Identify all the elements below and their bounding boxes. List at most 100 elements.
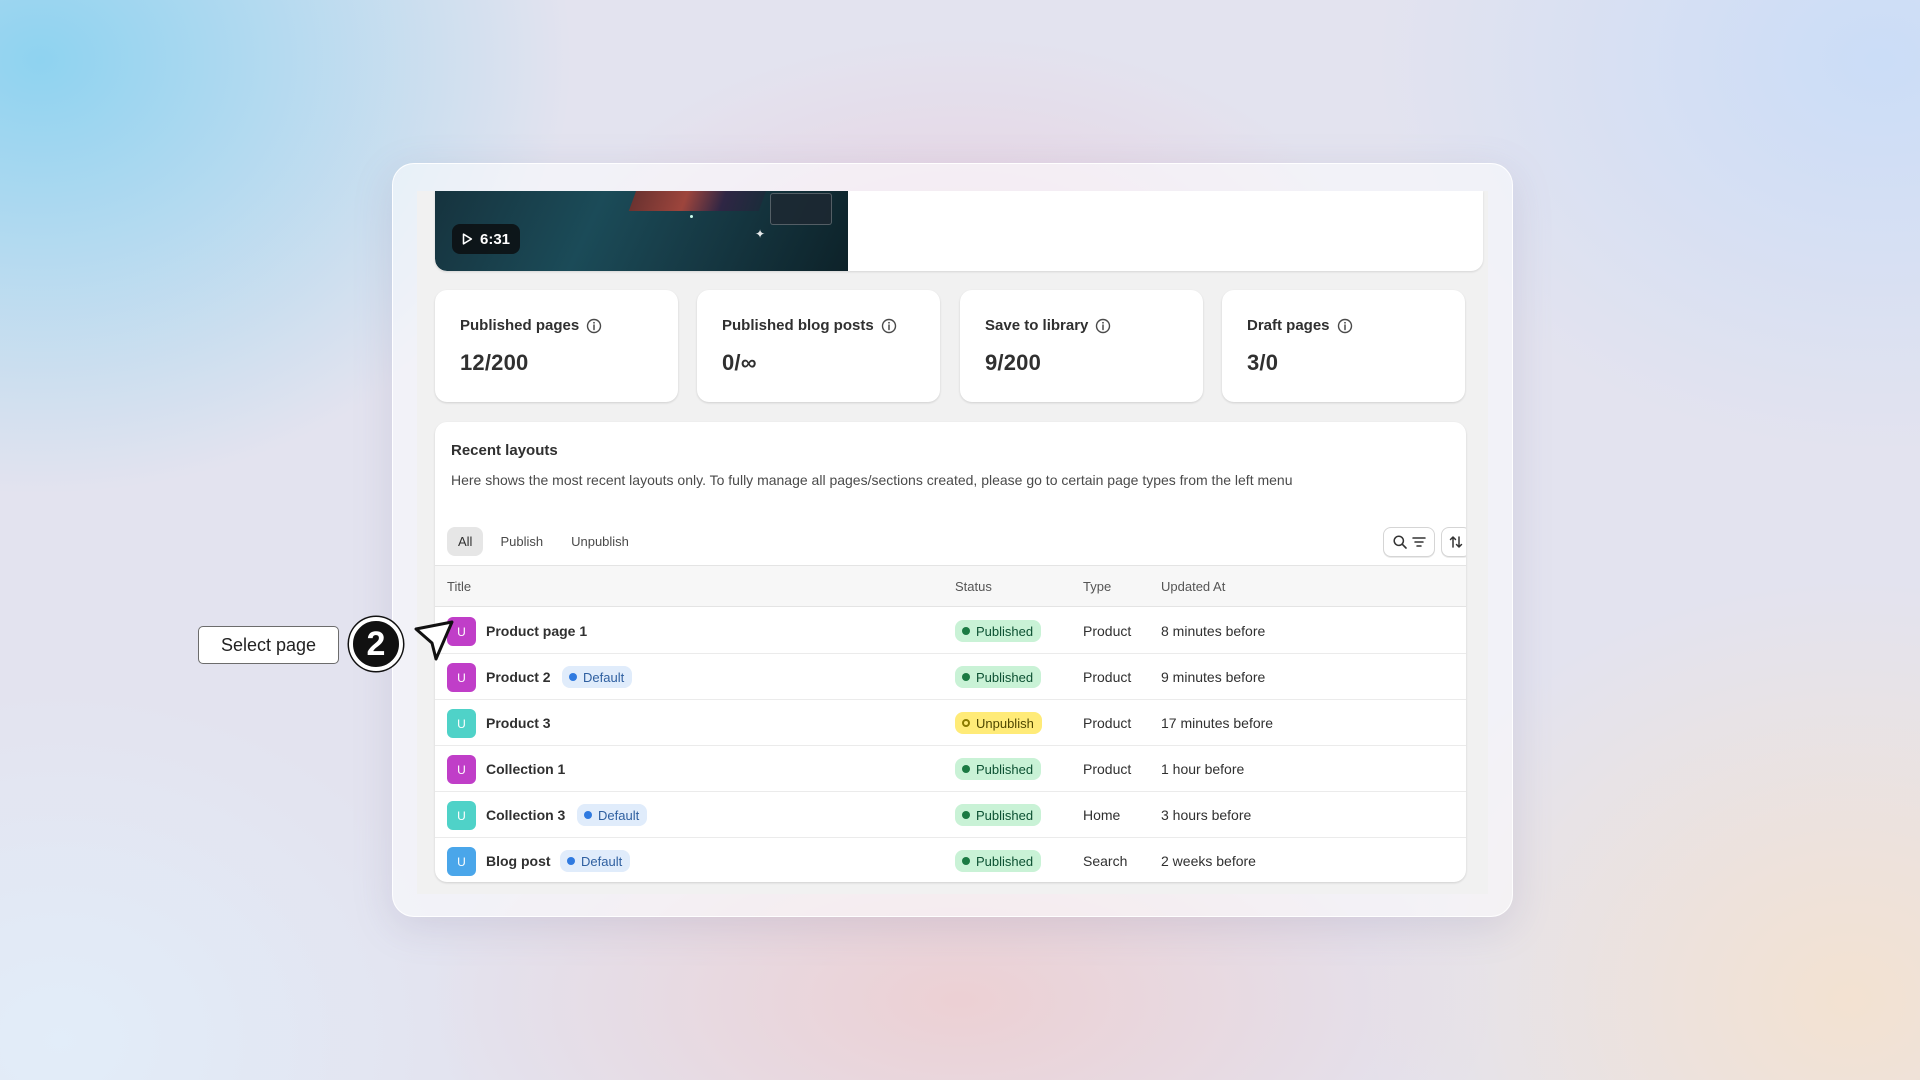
avatar: U — [447, 663, 476, 692]
cell-updated-at: 2 weeks before — [1161, 853, 1256, 869]
badge-dot-icon — [567, 857, 575, 865]
row-title[interactable]: Collection 1 — [486, 761, 565, 777]
sort-button[interactable] — [1441, 527, 1466, 557]
sort-icon — [1449, 536, 1463, 548]
column-header-updated-at[interactable]: Updated At — [1161, 579, 1225, 594]
status-dot-icon — [962, 673, 970, 681]
row-title[interactable]: Product 3 — [486, 715, 551, 731]
badge-dot-icon — [584, 811, 592, 819]
table-header: Title Status Type Updated At — [435, 565, 1466, 607]
default-badge: Default — [562, 666, 633, 688]
table-row[interactable]: U Collection 3 Default Published Home 3 hours… — [435, 792, 1466, 838]
column-header-title[interactable]: Title — [447, 579, 471, 594]
status-badge: Published — [955, 850, 1042, 872]
info-icon[interactable] — [1095, 318, 1111, 334]
stat-card-published-pages: Published pages 12/200 — [435, 290, 678, 402]
stat-value: 0/∞ — [722, 350, 757, 375]
tab-all[interactable]: All — [447, 527, 484, 556]
info-icon[interactable] — [881, 318, 897, 334]
stat-label: Save to library — [985, 317, 1089, 334]
table-row[interactable]: U Product 2 Default Published Product 9 minut… — [435, 654, 1466, 700]
status-dot-icon — [962, 719, 970, 727]
cell-updated-at: 8 minutes before — [1161, 623, 1266, 639]
avatar: U — [447, 801, 476, 830]
recent-layouts-card: Recent layouts Here shows the most recen… — [435, 422, 1466, 882]
filter-icon — [1411, 537, 1426, 547]
cell-type: Search — [1083, 853, 1128, 869]
cell-type: Home — [1083, 807, 1121, 823]
cursor-arrow-icon — [414, 620, 454, 661]
stat-value: 12/200 — [460, 350, 529, 375]
status-label: Published — [976, 761, 1034, 777]
row-title[interactable]: Collection 3 — [486, 807, 565, 823]
column-header-status[interactable]: Status — [955, 579, 992, 594]
stat-card-save-to-library: Save to library 9/200 — [960, 290, 1203, 402]
search-icon — [1392, 535, 1407, 549]
stat-label: Published blog posts — [722, 317, 874, 334]
column-header-type[interactable]: Type — [1083, 579, 1111, 594]
row-title[interactable]: Product page 1 — [486, 623, 587, 639]
video-thumbnail[interactable]: ✦ 6:31 — [435, 191, 848, 271]
status-label: Unpublish — [976, 715, 1034, 731]
table-row[interactable]: U Collection 1 Published Product 1 hour befo… — [435, 746, 1466, 792]
status-badge: Published — [955, 666, 1042, 688]
play-icon — [462, 233, 473, 245]
status-label: Published — [976, 623, 1034, 639]
default-badge: Default — [577, 804, 648, 826]
stat-value: 3/0 — [1247, 350, 1279, 375]
status-label: Published — [976, 669, 1034, 685]
status-dot-icon — [962, 627, 970, 635]
cell-updated-at: 3 hours before — [1161, 807, 1252, 823]
tab-unpublish[interactable]: Unpublish — [560, 527, 640, 556]
badge-label: Default — [598, 807, 640, 823]
step-number-badge: 2 — [349, 617, 403, 671]
section-title: Recent layouts — [451, 442, 558, 459]
cell-type: Product — [1083, 623, 1132, 639]
search-filter-button[interactable] — [1383, 527, 1435, 557]
info-icon[interactable] — [1337, 318, 1353, 334]
stat-label: Published pages — [460, 317, 580, 334]
avatar: U — [447, 847, 476, 876]
stat-label: Draft pages — [1247, 317, 1330, 334]
cell-updated-at: 1 hour before — [1161, 761, 1245, 777]
video-play-button[interactable]: 6:31 — [452, 224, 521, 254]
cell-type: Product — [1083, 761, 1132, 777]
step-callout: Select page — [198, 626, 339, 664]
thumbnail-art — [690, 215, 693, 218]
info-icon[interactable] — [586, 318, 602, 334]
thumbnail-art — [628, 191, 772, 211]
avatar: U — [447, 709, 476, 738]
stat-card-draft-pages: Draft pages 3/0 — [1222, 290, 1465, 402]
status-label: Published — [976, 853, 1034, 869]
row-title[interactable]: Blog post — [486, 853, 551, 869]
badge-dot-icon — [569, 673, 577, 681]
cell-type: Product — [1083, 669, 1132, 685]
cell-type: Product — [1083, 715, 1132, 731]
status-label: Published — [976, 807, 1034, 823]
sparkle-icon: ✦ — [755, 227, 766, 241]
cell-updated-at: 17 minutes before — [1161, 715, 1274, 731]
stat-value: 9/200 — [985, 350, 1042, 375]
video-duration: 6:31 — [480, 230, 511, 248]
video-card: ✦ 6:31 — [435, 191, 1483, 271]
row-title[interactable]: Product 2 — [486, 669, 551, 685]
cell-updated-at: 9 minutes before — [1161, 669, 1266, 685]
status-dot-icon — [962, 857, 970, 865]
stat-card-published-blog-posts: Published blog posts 0/∞ — [697, 290, 940, 402]
badge-label: Default — [583, 669, 625, 685]
thumbnail-art — [770, 193, 832, 225]
table-row[interactable]: U Product 3 Unpublish Product 17 minutes bef… — [435, 700, 1466, 746]
filter-tabs: All Publish Unpublish — [447, 527, 640, 556]
table-row[interactable]: U Product page 1 Published Product 8 minutes… — [435, 608, 1466, 654]
badge-label: Default — [581, 853, 623, 869]
avatar: U — [447, 755, 476, 784]
status-badge: Published — [955, 758, 1042, 780]
section-description: Here shows the most recent layouts only.… — [451, 472, 1293, 488]
table-row[interactable]: U Blog post Default Published Search 2 weeks … — [435, 838, 1466, 882]
default-badge: Default — [560, 850, 631, 872]
app-window: ✦ 6:31 Published pages 12/200 Published … — [417, 191, 1488, 894]
status-badge: Unpublish — [955, 712, 1042, 734]
status-dot-icon — [962, 765, 970, 773]
status-dot-icon — [962, 811, 970, 819]
tab-publish[interactable]: Publish — [489, 527, 554, 556]
